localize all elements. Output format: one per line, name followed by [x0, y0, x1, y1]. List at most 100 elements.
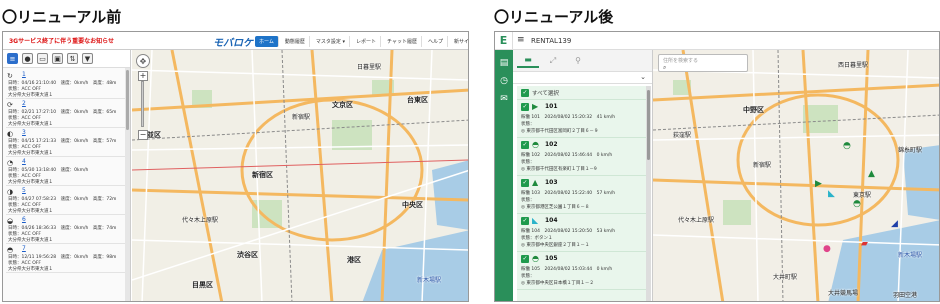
vehicle-checkbox[interactable]: ✓ — [521, 255, 529, 263]
account-title: RENTAL139 — [531, 37, 572, 45]
scrollbar-thumb[interactable] — [126, 70, 129, 130]
notice-link[interactable]: 3Gサービス終了に伴う重要なお知らせ — [9, 36, 114, 45]
vehicle-link[interactable]: 6 — [22, 216, 26, 223]
menu-icon[interactable]: ≡ — [517, 36, 525, 45]
scrollbar-thumb[interactable] — [647, 90, 650, 160]
vehicle-link[interactable]: 2 — [22, 100, 26, 107]
map-label: 代々木上原駅 — [182, 217, 219, 224]
address-search[interactable]: 住所を検索する ⌕ — [658, 54, 748, 72]
map-label: 渋谷区 — [237, 251, 258, 259]
vehicle-marker[interactable]: ◢ — [891, 220, 898, 229]
vehicle-link[interactable]: 3 — [22, 129, 26, 136]
nav-help[interactable]: ヘルプ — [424, 36, 448, 47]
item-address: 大分県大分市東大道１ — [8, 267, 53, 272]
list-item[interactable]: ◓ 7 日時：12/11 19:56:28 速度：0km/h 高度：98m 状態：AC… — [6, 244, 127, 273]
group-select[interactable]: ⌄ — [513, 72, 652, 84]
car-icon[interactable]: ▬ — [517, 53, 539, 68]
panel-toolbar: ≡ ● ▭ ▣ ⇅ ▼ — [3, 50, 130, 68]
vehicle-link[interactable]: 1 — [22, 71, 26, 78]
map-label: 文京区 — [332, 101, 353, 109]
sort-icon[interactable]: ⇅ — [67, 53, 78, 64]
select-all-row[interactable]: ✓ すべて選択 — [517, 86, 646, 100]
map-after[interactable]: 西日暮里駅 錦糸町駅 中野区 荻窪駅 新宿駅 代々木上原駅 東京駅 新木場駅 大… — [653, 50, 939, 301]
item-address: 大分県大分市東大道１ — [8, 122, 53, 127]
vehicle-marker[interactable]: ▶ — [815, 180, 822, 189]
chat-icon[interactable]: ✉ — [499, 94, 509, 104]
select-all-checkbox[interactable]: ✓ — [521, 89, 529, 97]
window-icon[interactable]: ▣ — [52, 53, 63, 64]
vehicle-link[interactable]: 7 — [22, 245, 26, 252]
list-scrollbar[interactable] — [646, 86, 651, 301]
vehicle-marker[interactable]: ◣ — [828, 190, 835, 199]
vehicle-marker[interactable]: ◓ — [843, 142, 851, 151]
pan-icon[interactable]: ✥ — [136, 54, 150, 68]
list-item[interactable]: ◑ 5 日時：04/27 07:58:23 速度：0km/h 高度：72m 状態：AC… — [6, 186, 127, 215]
car-icon[interactable]: ▭ — [37, 53, 48, 64]
zoom-slider[interactable] — [141, 81, 144, 127]
list-item[interactable]: ↻ 1 日時：04/16 21:10:40 速度：0km/h 高度：48m 状態：AC… — [6, 70, 127, 99]
nav-history[interactable]: 動態履歴 — [281, 36, 310, 47]
user-icon[interactable]: ● — [22, 53, 33, 64]
map-label: 目黒区 — [192, 281, 213, 289]
list-scrollbar[interactable] — [125, 68, 130, 301]
vehicle-marker[interactable]: ▰ — [861, 240, 868, 249]
app-logo[interactable]: E — [495, 32, 513, 50]
list-item[interactable]: ◒ 6 日時：04/26 18:36:33 速度：0km/h 高度：74m 状態：AC… — [6, 215, 127, 244]
zoom-in-button[interactable]: + — [138, 71, 148, 81]
vehicle-name[interactable]: 105 — [545, 255, 558, 262]
status-icon: ◒ — [7, 217, 14, 225]
map-label: 日暮里駅 — [357, 64, 382, 71]
vehicle-name[interactable]: 103 — [545, 179, 558, 186]
list-item[interactable]: ◐ 3 日時：04/15 17:21:33 速度：0km/h 高度：57m 状態：AC… — [6, 128, 127, 157]
item-address: 大分県大分市東大道１ — [8, 209, 53, 214]
map-label: 西日暮里駅 — [838, 62, 869, 69]
map-before[interactable]: 新宿区 新宿駅 代々木上原駅 渋谷区 港区 中央区 日暮里駅 文京区 目黒区 杉… — [132, 50, 468, 301]
vehicle-link[interactable]: 5 — [22, 187, 26, 194]
vehicle-address: ◎ 東京都千代田区有楽町１丁目１－9 — [521, 167, 597, 172]
vehicle-name[interactable]: 102 — [545, 141, 558, 148]
pin-icon[interactable]: ⚲ — [567, 53, 589, 68]
vehicle-name[interactable]: 101 — [545, 103, 558, 110]
zoom-out-button[interactable]: − — [138, 130, 148, 140]
vehicle-row[interactable]: ✓ ▶ 101 稼働 101 2024/08/02 15:20:32 41 km/h 状… — [517, 100, 646, 138]
search-placeholder: 住所を検索する — [663, 58, 699, 64]
vehicle-status: 状態：ボタン１ — [521, 236, 553, 241]
vehicle-icon: ◣ — [532, 216, 539, 225]
vehicle-marker[interactable]: ▲ — [868, 170, 875, 179]
vehicle-row[interactable]: ✓ ▲ 103 稼働 103 2024/08/02 15:22:40 57 km/h 状… — [517, 176, 646, 214]
clock-icon[interactable]: ◷ — [499, 76, 509, 86]
map-icon[interactable]: ▤ — [499, 58, 509, 68]
vehicle-marker[interactable]: ◓ — [853, 200, 861, 209]
filter-icon[interactable]: ▼ — [82, 53, 93, 64]
vehicle-name[interactable]: 104 — [545, 217, 558, 224]
list-item[interactable]: ⟳ 2 日時：02/21 17:27:10 速度：0km/h 高度：65m 状態：AC… — [6, 99, 127, 128]
list-item[interactable]: ◔ 4 日時：05/30 13:18:40 速度：0km/h 状態：ACC OFF 大分… — [6, 157, 127, 186]
vehicle-row[interactable]: ✓ ◣ 104 稼働 104 2024/08/02 15:20:50 53 km/h 状… — [517, 214, 646, 252]
top-nav: ホーム 動態履歴 マスタ設定 ▾ レポート チャット履歴 ヘルプ 新サイト(β版… — [255, 36, 468, 47]
map-label: 新木場駅 — [417, 277, 442, 284]
nav-chat[interactable]: チャット履歴 — [383, 36, 422, 47]
nav-home[interactable]: ホーム — [255, 36, 279, 47]
nav-master[interactable]: マスタ設定 ▾ — [312, 36, 350, 47]
vehicle-marker[interactable]: ● — [823, 245, 831, 254]
vehicle-detail: 稼働 102 2024/08/02 15:46:44 0 km/h — [521, 153, 613, 158]
route-icon[interactable]: ⤢ — [542, 53, 564, 68]
nav-new-site[interactable]: 新サイト(β版) — [450, 36, 468, 47]
vehicle-checkbox[interactable]: ✓ — [521, 103, 529, 111]
vehicle-checkbox[interactable]: ✓ — [521, 217, 529, 225]
vehicle-checkbox[interactable]: ✓ — [521, 179, 529, 187]
vehicle-checkbox[interactable]: ✓ — [521, 141, 529, 149]
search-icon[interactable]: ⌕ — [663, 64, 666, 72]
vehicle-link[interactable]: 4 — [22, 158, 26, 165]
map-label: 羽田空港 — [893, 292, 918, 299]
status-icon: ◐ — [7, 130, 14, 138]
vehicle-status: 状態： — [521, 274, 535, 279]
vehicle-row[interactable]: ✓ ◓ 105 稼働 105 2024/08/02 15:03:44 0 km/h 状態… — [517, 252, 646, 290]
map-label: 中央区 — [402, 201, 423, 209]
vehicle-status: 状態： — [521, 160, 535, 165]
list-icon[interactable]: ≡ — [7, 53, 18, 64]
vehicle-row[interactable]: ✓ ◓ 102 稼働 102 2024/08/02 15:46:44 0 km/h 状態… — [517, 138, 646, 176]
heading-before: 〇リニューアル前 — [2, 8, 122, 26]
nav-report[interactable]: レポート — [352, 36, 381, 47]
vehicle-detail: 稼働 103 2024/08/02 15:22:40 57 km/h — [521, 191, 616, 196]
